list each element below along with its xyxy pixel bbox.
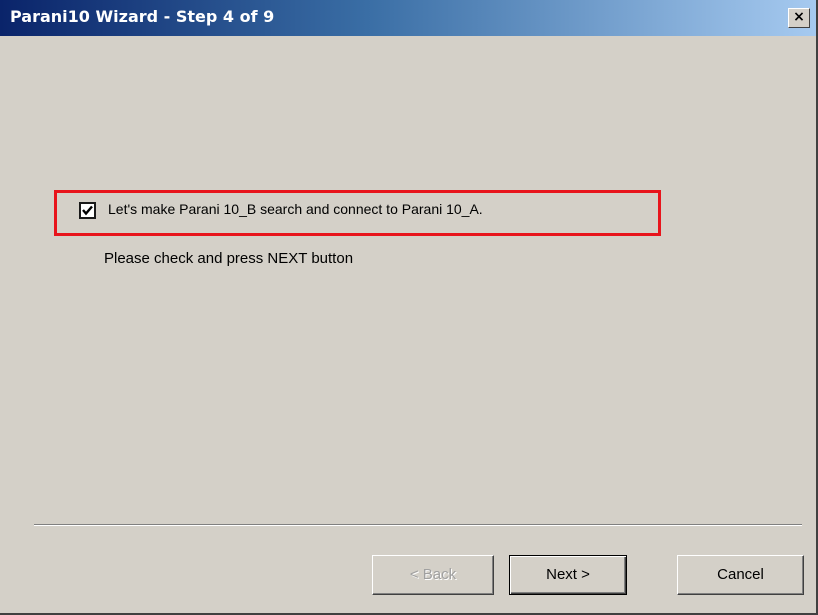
wizard-window: Parani10 Wizard - Step 4 of 9 × Let's ma… — [0, 0, 818, 615]
close-button[interactable]: × — [788, 8, 810, 28]
next-button[interactable]: Next > — [509, 555, 627, 595]
checkmark-icon — [82, 205, 93, 216]
separator-line — [34, 524, 802, 526]
checkbox-label[interactable]: Let's make Parani 10_B search and connec… — [108, 201, 483, 217]
close-icon: × — [793, 9, 805, 25]
connect-checkbox[interactable] — [79, 202, 96, 219]
instruction-text: Please check and press NEXT button — [104, 250, 354, 267]
window-title: Parani10 Wizard - Step 4 of 9 — [10, 7, 275, 26]
title-bar[interactable]: Parani10 Wizard - Step 4 of 9 × — [0, 0, 816, 36]
back-button[interactable]: < Back — [372, 555, 494, 595]
cancel-button[interactable]: Cancel — [677, 555, 804, 595]
